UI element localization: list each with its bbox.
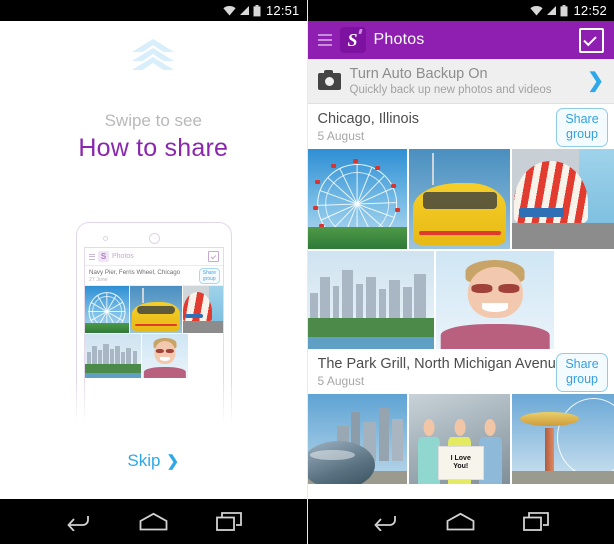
yellow-speedboat-photo[interactable] xyxy=(409,149,511,249)
man-sunglasses-selfie-photo xyxy=(142,334,188,378)
wifi-icon xyxy=(530,5,544,16)
recent-apps-icon[interactable] xyxy=(215,512,243,531)
sign-line1: I Love xyxy=(450,455,471,463)
triple-chevron-up-icon xyxy=(0,39,307,73)
right-phone-screen: 12:52 S Photos Turn Auto Backup On Quick… xyxy=(307,0,614,544)
photo-row: I Love You! xyxy=(307,394,614,484)
wifi-icon xyxy=(223,5,236,16)
home-icon[interactable] xyxy=(446,512,475,531)
mockup-camera-dot xyxy=(103,236,108,241)
checkbox-select-all-icon[interactable] xyxy=(579,27,604,53)
skip-button[interactable]: Skip ❯ xyxy=(0,451,307,471)
share-line2: group xyxy=(566,127,598,141)
camera-icon xyxy=(317,69,341,90)
cloud-gate-bean-photo[interactable] xyxy=(307,394,408,484)
recent-apps-icon[interactable] xyxy=(523,512,550,531)
battery-icon xyxy=(253,4,261,17)
empty-grid-slot xyxy=(556,251,614,349)
carousel-tent-photo[interactable] xyxy=(512,149,614,249)
back-arrow-icon[interactable] xyxy=(64,512,91,531)
chevron-right-icon: ❯ xyxy=(587,70,604,92)
mockup-fade-overlay xyxy=(76,377,232,437)
photo-row xyxy=(307,251,614,349)
home-icon[interactable] xyxy=(139,512,168,531)
photos-app-body: S Photos Turn Auto Backup On Quickly bac… xyxy=(307,21,614,499)
status-icons xyxy=(530,4,568,17)
hamburger-menu-icon xyxy=(89,253,95,260)
share-group-button[interactable]: Share group xyxy=(556,353,608,392)
status-time: 12:51 xyxy=(265,3,300,18)
album-header: The Park Grill, North Michigan Avenu… 5 … xyxy=(307,349,614,394)
mockup-album-header: Navy Pier, Ferris Wheel, Chicago 27 June… xyxy=(85,266,223,286)
onboarding-title: How to share xyxy=(78,134,229,162)
mockup-share-line2: group xyxy=(202,276,216,282)
status-icons xyxy=(223,4,261,17)
chicago-skyline-photo xyxy=(85,334,141,378)
backup-text: Turn Auto Backup On Quickly back up new … xyxy=(350,66,552,97)
carousel-tent-photo xyxy=(182,286,223,333)
mockup-share-group-button: Share group xyxy=(198,268,220,284)
yellow-speedboat-photo xyxy=(130,286,182,333)
three-women-sign-photo[interactable]: I Love You! xyxy=(409,394,511,484)
status-time: 12:52 xyxy=(573,3,607,18)
page-title: Photos xyxy=(373,31,425,48)
share-line2: group xyxy=(566,372,598,386)
share-line1: Share xyxy=(565,112,599,126)
left-status-bar: 12:51 xyxy=(0,0,307,21)
onboarding-subtitle: Swipe to see xyxy=(104,111,202,130)
backup-subtitle: Quickly back up new photos and videos xyxy=(349,83,552,96)
app-logo-icon: S xyxy=(339,27,366,53)
mockup-app-title: Photos xyxy=(112,253,134,260)
app-bar: S Photos xyxy=(307,21,614,59)
swing-ride-photo[interactable] xyxy=(512,394,614,484)
mockup-sensor-dot xyxy=(149,233,160,244)
app-logo-icon: S xyxy=(98,251,109,262)
battery-icon xyxy=(560,4,568,17)
onboarding-body: Swipe to see How to share S Photos Navy … xyxy=(0,21,307,499)
photo-row xyxy=(307,149,614,249)
left-navigation-bar xyxy=(0,499,307,544)
share-line1: Share xyxy=(565,357,599,371)
skip-label: Skip xyxy=(127,451,161,470)
back-arrow-icon[interactable] xyxy=(371,512,398,531)
backup-title: Turn Auto Backup On xyxy=(349,65,488,82)
skip-chevron-icon: ❯ xyxy=(166,453,180,470)
hamburger-menu-icon[interactable] xyxy=(317,34,332,46)
signal-icon xyxy=(239,5,250,16)
phone-mockup: S Photos Navy Pier, Ferris Wheel, Chicag… xyxy=(76,222,232,437)
right-status-bar: 12:52 xyxy=(307,0,614,21)
ferris-wheel-photo[interactable] xyxy=(307,149,408,249)
man-sunglasses-selfie-photo[interactable] xyxy=(436,251,555,349)
mockup-appbar: S Photos xyxy=(85,248,223,266)
checkbox-icon xyxy=(208,251,219,262)
sign-line2: You! xyxy=(453,463,469,471)
i-love-you-sign: I Love You! xyxy=(437,446,484,481)
right-navigation-bar xyxy=(307,499,614,544)
ferris-wheel-photo xyxy=(85,286,130,333)
mockup-photo-row-2 xyxy=(85,334,223,378)
left-phone-screen: 12:51 Swipe to see How to share S Photos xyxy=(0,0,308,544)
share-group-button[interactable]: Share group xyxy=(556,108,608,147)
app-logo-letter: S xyxy=(347,30,358,50)
signal-icon xyxy=(546,5,557,16)
album-header: Chicago, Illinois 5 August Share group xyxy=(307,104,614,149)
chicago-skyline-photo[interactable] xyxy=(307,251,435,349)
auto-backup-banner[interactable]: Turn Auto Backup On Quickly back up new … xyxy=(307,59,614,104)
mockup-photo-row-1 xyxy=(85,286,223,333)
dual-phone-screenshot: 12:51 Swipe to see How to share S Photos xyxy=(0,0,614,544)
